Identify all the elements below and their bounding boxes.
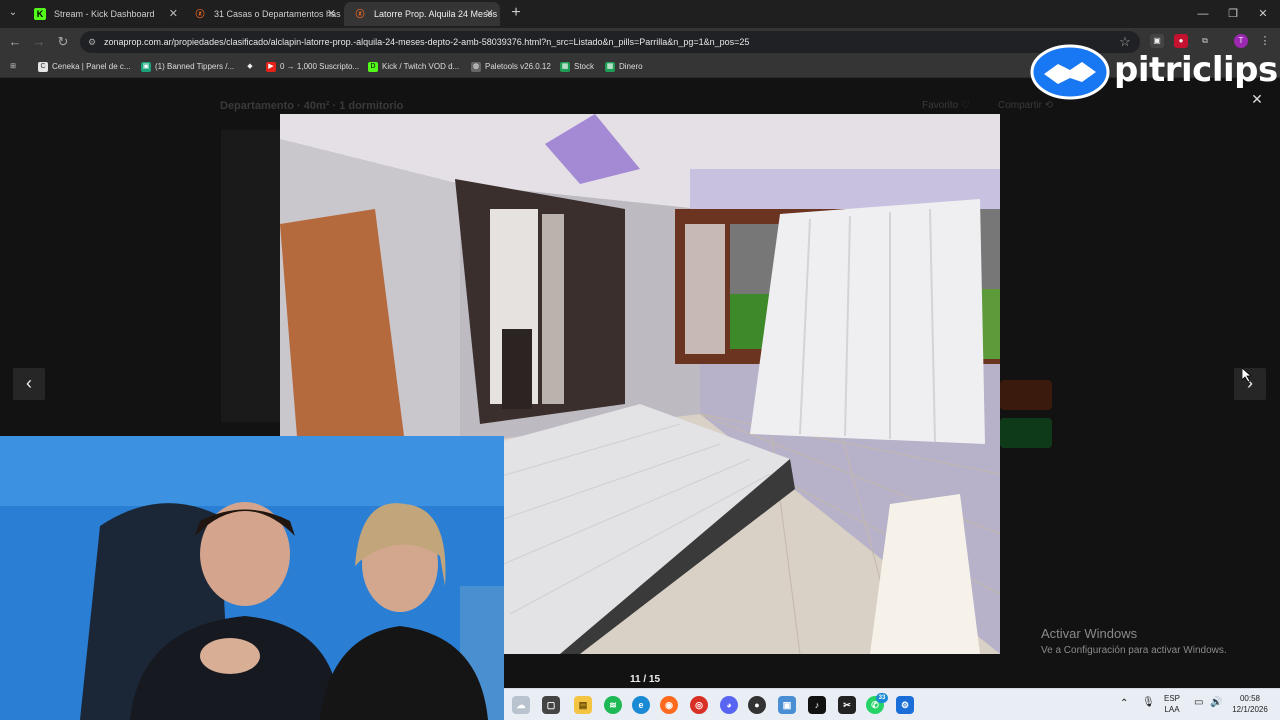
restore-button[interactable]: ❐ — [1218, 4, 1248, 24]
volume-icon[interactable]: 🔊 — [1210, 697, 1222, 708]
clock[interactable]: 00:58 12/1/2026 — [1230, 693, 1270, 715]
firefox-icon[interactable]: ◉ — [660, 696, 678, 714]
app-window-icon[interactable]: ▣ — [778, 696, 796, 714]
apps-grid-icon[interactable]: ⊞ — [8, 59, 22, 75]
profile-avatar[interactable]: T — [1234, 34, 1248, 48]
bookmark-label: (1) Banned Tippers /... — [155, 62, 235, 71]
address-bar[interactable]: ⚙ zonaprop.com.ar/propiedades/clasificad… — [80, 31, 1140, 53]
bookmark-diamond[interactable]: ◆ — [245, 59, 259, 75]
tippers-icon: ▣ — [141, 62, 151, 72]
bookmark-dinero[interactable]: ▦ Dinero — [605, 59, 643, 75]
back-icon[interactable]: ← — [6, 33, 24, 51]
gallery-close-icon[interactable]: ✕ — [1248, 90, 1266, 108]
youtube-icon: ▶ — [266, 62, 276, 72]
minimize-button[interactable]: — — [1188, 4, 1218, 24]
weather-icon[interactable]: ☁ — [512, 696, 530, 714]
extension-red-icon[interactable]: ● — [1174, 34, 1188, 48]
discord-icon[interactable]: ◕ — [720, 696, 738, 714]
tab-search-button[interactable]: ⌄ — [4, 4, 22, 22]
microphone-icon[interactable]: 🎙 — [1142, 697, 1155, 708]
clock-date: 12/1/2026 — [1232, 705, 1268, 714]
chrome-icon[interactable]: ◎ — [690, 696, 708, 714]
keyboard-layout: LAA — [1164, 705, 1180, 714]
windows-activation-watermark: Activar Windows Ve a Configuración para … — [1041, 626, 1227, 656]
zonaprop-icon: ⓩ — [195, 9, 205, 19]
extensions-puzzle-icon[interactable]: ⧉ — [1198, 34, 1212, 48]
url-text: zonaprop.com.ar/propiedades/clasificado/… — [104, 37, 750, 47]
bookmark-paletools[interactable]: ◍ Paletools v26.0.12 — [471, 59, 551, 75]
tab-kick-dashboard[interactable]: K Stream - Kick Dashboard ✕ — [24, 2, 184, 26]
obs-icon[interactable]: ● — [748, 696, 766, 714]
bookmark-label: Stock — [574, 62, 595, 71]
close-window-button[interactable]: ✕ — [1248, 4, 1278, 24]
close-tab-icon[interactable]: ✕ — [327, 2, 336, 26]
tab-label: Stream - Kick Dashboard — [54, 9, 155, 19]
bookmark-label: Paletools v26.0.12 — [485, 62, 551, 71]
task-view-icon[interactable]: ▢ — [542, 696, 560, 714]
extension-icon[interactable]: ▣ — [1150, 34, 1164, 48]
tab-label: Latorre Prop. Alquila 24 Meses — [374, 9, 498, 19]
paletools-icon: ◍ — [471, 62, 481, 72]
new-tab-button[interactable]: + — [506, 4, 526, 24]
forward-icon[interactable]: → — [30, 33, 48, 51]
edge-icon[interactable]: e — [632, 696, 650, 714]
bookmark-stock[interactable]: ▦ Stock — [560, 59, 594, 75]
tab-listing-detail[interactable]: ⓩ Latorre Prop. Alquila 24 Meses ✕ — [344, 2, 500, 26]
tiktok-icon[interactable]: ♪ — [808, 696, 826, 714]
close-tab-icon[interactable]: ✕ — [169, 2, 178, 26]
webcam-feed — [0, 436, 504, 720]
bookmark-star-icon[interactable]: ☆ — [1116, 33, 1134, 51]
activation-subtitle: Ve a Configuración para activar Windows. — [1041, 645, 1227, 656]
gallery-counter: 11 / 15 — [629, 674, 661, 685]
bookmark-label: Kick / Twitch VOD d... — [382, 62, 460, 71]
mouse-cursor-icon — [1242, 368, 1252, 382]
sheets-icon: ▦ — [605, 62, 615, 72]
settings-app-icon[interactable]: ⚙ — [896, 696, 914, 714]
webcam-overlay — [0, 436, 504, 720]
kick-icon: K — [34, 8, 46, 20]
bookmark-vod[interactable]: D Kick / Twitch VOD d... — [368, 59, 459, 75]
whatsapp-button[interactable] — [1000, 418, 1052, 448]
language-code: ESP — [1164, 694, 1181, 703]
close-tab-icon[interactable]: ✕ — [485, 2, 494, 26]
bookmark-label: Ceneka | Panel de c... — [52, 62, 131, 71]
windows-taskbar: ☁ ▢ ▤ ≋ e ◉ ◎ ◕ ● ▣ ♪ ✂ ✆ 33 ⚙ ⌃ 🎙 ESP L… — [504, 688, 1280, 720]
listing-main-photo — [221, 130, 280, 422]
handshake-logo-icon — [1030, 44, 1110, 100]
share-button[interactable]: Compartir ⟲ — [998, 100, 1053, 111]
bookmark-ceneka[interactable]: C Ceneka | Panel de c... — [38, 59, 131, 75]
activation-title: Activar Windows — [1041, 626, 1138, 641]
listing-title: Departamento · 40m² · 1 dormitorio — [220, 100, 404, 112]
language-indicator[interactable]: ESP LAA — [1164, 693, 1180, 715]
diamond-icon: ◆ — [247, 63, 253, 70]
tab-label: 31 Casas o Departamentos has — [214, 9, 341, 19]
reload-icon[interactable]: ↻ — [54, 33, 72, 51]
tab-strip: ⌄ K Stream - Kick Dashboard ✕ ⓩ 31 Casas… — [0, 0, 1280, 28]
bookmark-label: 0 → 1,000 Suscripto... — [280, 62, 360, 71]
brand-watermark: pitriclips — [1114, 50, 1278, 90]
file-explorer-icon[interactable]: ▤ — [574, 696, 592, 714]
bookmark-youtube[interactable]: ▶ 0 → 1,000 Suscripto... — [266, 59, 359, 75]
bookmark-label: Dinero — [619, 62, 643, 71]
menu-kebab-icon[interactable]: ⋮ — [1258, 34, 1272, 48]
vod-icon: D — [368, 62, 378, 72]
gallery-prev-button[interactable]: ‹ — [13, 368, 45, 400]
whatsapp-badge: 33 — [876, 693, 888, 703]
network-icon[interactable]: ▭ — [1194, 697, 1203, 708]
spotify-icon[interactable]: ≋ — [604, 696, 622, 714]
sheets-icon: ▦ — [560, 62, 570, 72]
screen: ⌄ K Stream - Kick Dashboard ✕ ⓩ 31 Casas… — [0, 0, 1280, 720]
ceneka-icon: C — [38, 62, 48, 72]
show-hidden-icons[interactable]: ⌃ — [1120, 698, 1128, 709]
bookmark-banned-tippers[interactable]: ▣ (1) Banned Tippers /... — [141, 59, 234, 75]
site-info-icon[interactable]: ⚙ — [88, 31, 96, 53]
clock-time: 00:58 — [1239, 694, 1261, 703]
tab-listing-search[interactable]: ⓩ 31 Casas o Departamentos has ✕ — [184, 2, 342, 26]
contact-button[interactable] — [1000, 380, 1052, 410]
capcut-icon[interactable]: ✂ — [838, 696, 856, 714]
zonaprop-icon: ⓩ — [355, 9, 365, 19]
favorite-button[interactable]: Favorito ♡ — [922, 100, 970, 111]
